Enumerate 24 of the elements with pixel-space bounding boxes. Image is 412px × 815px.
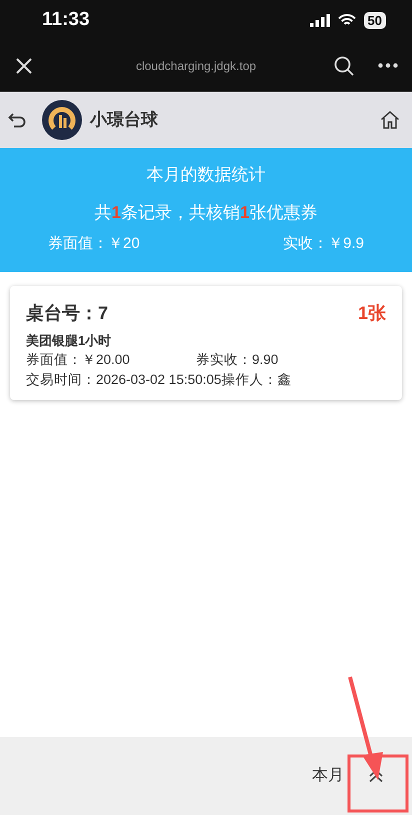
more-icon[interactable] [378, 63, 398, 68]
logo-icon [42, 100, 82, 140]
transaction-time: 交易时间：2026-03-02 15:50:05操作人：鑫 [26, 371, 292, 389]
face-value-total: 券面值：￥20 [48, 234, 140, 254]
period-label[interactable]: 本月 [312, 764, 344, 788]
summary-text: 共1条记录，共核销1张优惠券 [94, 202, 318, 224]
summary-title: 本月的数据统计 [146, 164, 266, 186]
coupon-name: 美团银腿1小时 [26, 332, 112, 350]
coupon-received: 券实收：9.90 [196, 351, 278, 369]
received-total: 实收：￥9.9 [283, 234, 364, 254]
battery-level: 50 [364, 12, 386, 28]
wifi-icon [338, 14, 356, 26]
signal-icon [310, 14, 330, 26]
page-url: cloudcharging.jdgk.top [136, 58, 256, 74]
search-icon[interactable] [334, 56, 354, 76]
highlight-frame [348, 754, 408, 812]
close-icon[interactable] [14, 56, 34, 76]
coupon-count: 1张 [358, 302, 386, 324]
home-icon[interactable] [380, 110, 400, 130]
coupon-face-value: 券面值：￥20.00 [26, 351, 131, 369]
clock-time: 11:33 [42, 8, 90, 32]
shop-title: 小璟台球 [90, 109, 158, 132]
table-number: 桌台号：7 [26, 302, 108, 324]
back-icon[interactable] [8, 112, 26, 128]
